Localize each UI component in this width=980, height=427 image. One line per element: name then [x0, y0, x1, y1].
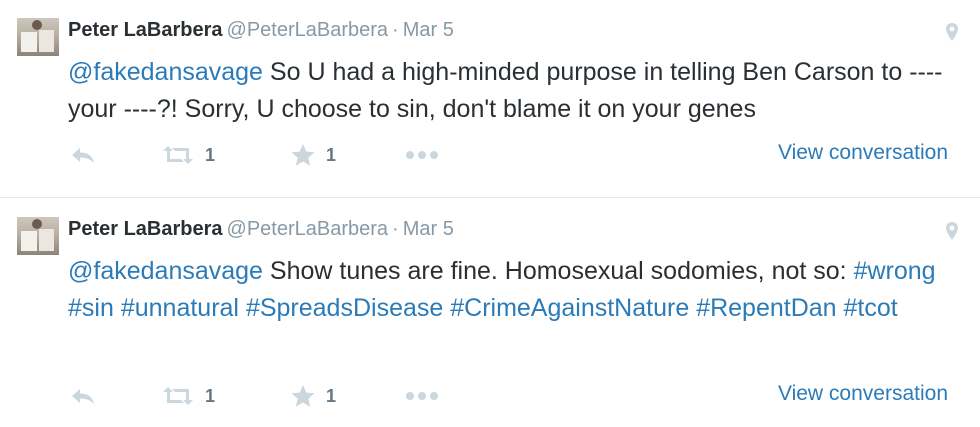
tweet-actions: 1 1 View conversation: [68, 140, 968, 170]
separator-dot: ·: [392, 218, 399, 240]
retweet-button[interactable]: 1: [161, 381, 215, 411]
hashtag-link[interactable]: #wrong: [854, 257, 936, 285]
tweet-date[interactable]: Mar 5: [403, 19, 454, 41]
favorite-button[interactable]: 1: [290, 140, 336, 170]
hashtag-link[interactable]: #CrimeAgainstNature: [450, 294, 689, 322]
retweet-button[interactable]: 1: [161, 140, 215, 170]
tweet-text: @fakedansavage So U had a high-minded pu…: [68, 54, 968, 128]
tweet[interactable]: Peter LaBarbera @PeterLaBarbera · Mar 5 @fa…: [0, 0, 980, 198]
location-pin-icon[interactable]: [944, 221, 960, 241]
author-name[interactable]: Peter LaBarbera: [68, 19, 223, 41]
view-conversation-link[interactable]: View conversation: [778, 381, 948, 407]
avatar[interactable]: [17, 18, 59, 56]
hashtag-link[interactable]: #tcot: [844, 294, 898, 322]
author-handle[interactable]: @PeterLaBarbera: [227, 19, 389, 41]
mention-link[interactable]: @fakedansavage: [68, 58, 263, 86]
mention-link[interactable]: @fakedansavage: [68, 257, 263, 285]
avatar[interactable]: [17, 217, 59, 255]
tweet-actions: 1 1 View conversation: [68, 381, 968, 411]
author-handle[interactable]: @PeterLaBarbera: [227, 218, 389, 240]
hashtag-link[interactable]: #sin: [68, 294, 114, 322]
tweet-header: Peter LaBarbera @PeterLaBarbera · Mar 5: [68, 17, 454, 43]
retweet-count: 1: [205, 144, 216, 165]
author-name[interactable]: Peter LaBarbera: [68, 218, 223, 240]
favorite-count: 1: [326, 385, 337, 406]
retweet-icon: [163, 146, 193, 164]
location-pin-icon[interactable]: [944, 22, 960, 42]
star-icon: [291, 385, 315, 407]
hashtag-link[interactable]: #SpreadsDisease: [246, 294, 443, 322]
star-icon: [291, 144, 315, 166]
favorite-button[interactable]: 1: [290, 381, 336, 411]
reply-icon: [72, 148, 94, 163]
more-dots-icon: [406, 392, 438, 400]
hashtag-link[interactable]: #RepentDan: [696, 294, 836, 322]
favorite-count: 1: [326, 144, 337, 165]
tweet-text: @fakedansavage Show tunes are fine. Homo…: [68, 253, 968, 327]
tweet-header: Peter LaBarbera @PeterLaBarbera · Mar 5: [68, 216, 454, 242]
retweet-count: 1: [205, 385, 216, 406]
tweet[interactable]: Peter LaBarbera @PeterLaBarbera · Mar 5 @fa…: [0, 199, 980, 427]
more-button[interactable]: [405, 140, 439, 170]
more-button[interactable]: [405, 381, 439, 411]
reply-icon: [72, 389, 94, 404]
reply-button[interactable]: [70, 381, 96, 411]
tweet-body: Show tunes are fine. Homosexual sodomies…: [262, 257, 854, 285]
view-conversation-link[interactable]: View conversation: [778, 140, 948, 166]
reply-button[interactable]: [70, 140, 96, 170]
tweet-date[interactable]: Mar 5: [403, 218, 454, 240]
tweet-divider: [0, 197, 980, 198]
more-dots-icon: [406, 151, 438, 159]
retweet-icon: [163, 387, 193, 405]
separator-dot: ·: [392, 19, 399, 41]
hashtag-link[interactable]: #unnatural: [121, 294, 239, 322]
